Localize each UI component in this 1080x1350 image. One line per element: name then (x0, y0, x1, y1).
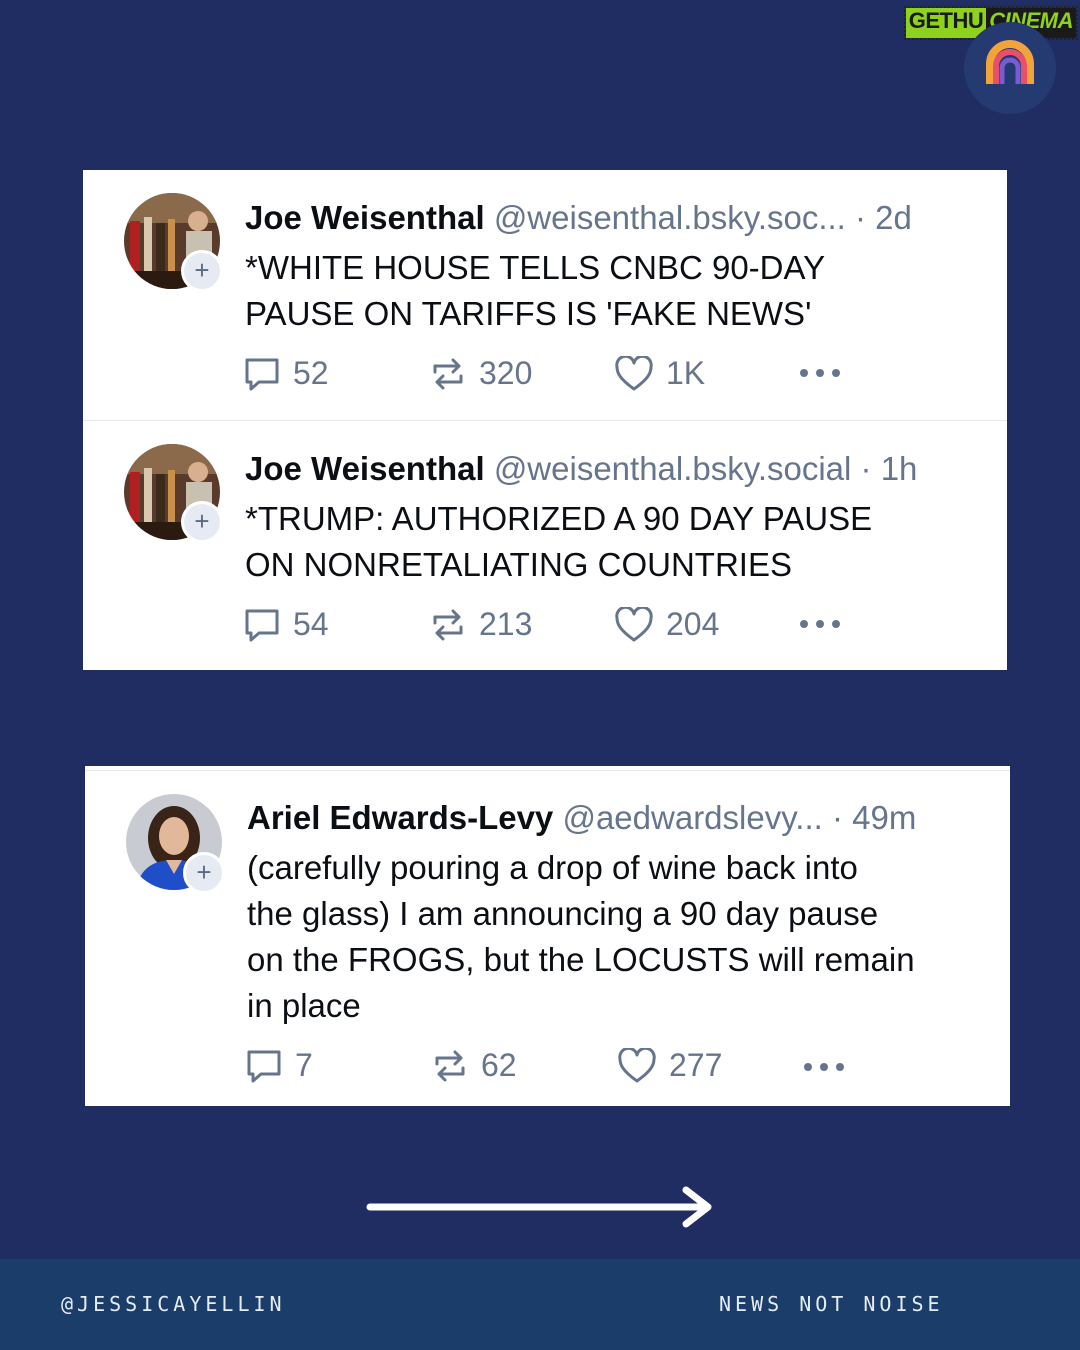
post-text-line: ON NONRETALIATING COUNTRIES (245, 546, 792, 583)
post-time: · 1h (860, 450, 918, 487)
posts-card-2: + Ariel Edwards-Levy @aedwardslevy... · … (85, 766, 1010, 1106)
like-count: 204 (666, 606, 720, 642)
post-text-line: on the FROGS, but the LOCUSTS will remai… (247, 941, 915, 978)
footer-handle: @JESSICAYELLIN (61, 1292, 286, 1316)
post-text: (carefully pouring a drop of wine back i… (247, 845, 915, 1029)
follow-plus-icon[interactable]: + (183, 852, 225, 894)
post-header: Joe Weisenthal @weisenthal.bsky.social ·… (245, 449, 917, 489)
repost-icon (435, 1050, 465, 1081)
author-name[interactable]: Joe Weisenthal (245, 450, 485, 487)
footer: @JESSICAYELLIN NEWS NOT NOISE (0, 1259, 1080, 1350)
follow-plus-icon[interactable]: + (181, 250, 223, 292)
post-time: · 49m (831, 799, 917, 836)
repost-button[interactable]: 213 (429, 606, 532, 643)
heart-icon (618, 1047, 656, 1082)
like-button[interactable]: 277 (617, 1047, 722, 1084)
repost-count: 213 (479, 606, 533, 642)
post-3[interactable]: + Ariel Edwards-Levy @aedwardslevy... · … (85, 766, 1010, 1106)
author-handle[interactable]: @aedwardslevy... (562, 799, 822, 836)
reply-icon (245, 609, 279, 641)
heart-icon (615, 606, 653, 641)
more-options-icon[interactable] (799, 619, 843, 629)
repost-button[interactable]: 62 (431, 1047, 517, 1084)
footer-tagline: NEWS NOT NOISE (719, 1292, 944, 1316)
author-name[interactable]: Joe Weisenthal (245, 199, 485, 236)
like-count: 1K (666, 355, 706, 391)
reply-icon (245, 358, 279, 390)
reply-count: 7 (295, 1047, 313, 1083)
reply-count: 54 (293, 606, 329, 642)
reply-button[interactable]: 52 (243, 355, 329, 392)
repost-icon (433, 609, 463, 640)
repost-count: 320 (479, 355, 533, 391)
reply-button[interactable]: 7 (245, 1047, 313, 1084)
post-text-line: PAUSE ON TARIFFS IS 'FAKE NEWS' (245, 295, 812, 332)
reply-count: 52 (293, 355, 329, 391)
posts-card-1: + Joe Weisenthal @weisenthal.bsky.soc...… (83, 170, 1007, 670)
author-handle[interactable]: @weisenthal.bsky.social (494, 450, 852, 487)
more-options-icon[interactable] (799, 368, 843, 378)
reply-icon (247, 1050, 281, 1082)
post-header: Joe Weisenthal @weisenthal.bsky.soc... ·… (245, 198, 912, 238)
post-text: *WHITE HOUSE TELLS CNBC 90-DAY PAUSE ON … (245, 245, 825, 337)
post-text-line: the glass) I am announcing a 90 day paus… (247, 895, 879, 932)
reply-button[interactable]: 54 (243, 606, 329, 643)
more-options-icon[interactable] (803, 1062, 847, 1072)
post-text-line: *WHITE HOUSE TELLS CNBC 90-DAY (245, 249, 826, 286)
heart-icon (615, 355, 653, 390)
post-text: *TRUMP: AUTHORIZED A 90 DAY PAUSE ON NON… (245, 496, 872, 588)
repost-count: 62 (481, 1047, 517, 1083)
next-arrow-icon[interactable] (366, 1186, 716, 1228)
post-2[interactable]: + Joe Weisenthal @weisenthal.bsky.social… (83, 421, 1007, 670)
post-text-line: (carefully pouring a drop of wine back i… (247, 849, 858, 886)
author-name[interactable]: Ariel Edwards-Levy (247, 799, 553, 836)
post-time: · 2d (855, 199, 912, 236)
repost-button[interactable]: 320 (429, 355, 532, 392)
author-handle[interactable]: @weisenthal.bsky.soc... (494, 199, 846, 236)
like-count: 277 (669, 1047, 723, 1083)
repost-icon (433, 358, 463, 389)
post-text-line: *TRUMP: AUTHORIZED A 90 DAY PAUSE (245, 500, 873, 537)
like-button[interactable]: 204 (614, 606, 719, 643)
channel-logo-icon (964, 22, 1056, 114)
like-button[interactable]: 1K (614, 355, 705, 392)
post-text-line: in place (247, 987, 361, 1024)
post-header: Ariel Edwards-Levy @aedwardslevy... · 49… (247, 798, 916, 838)
post-1[interactable]: + Joe Weisenthal @weisenthal.bsky.soc...… (83, 170, 1007, 420)
follow-plus-icon[interactable]: + (181, 501, 223, 543)
